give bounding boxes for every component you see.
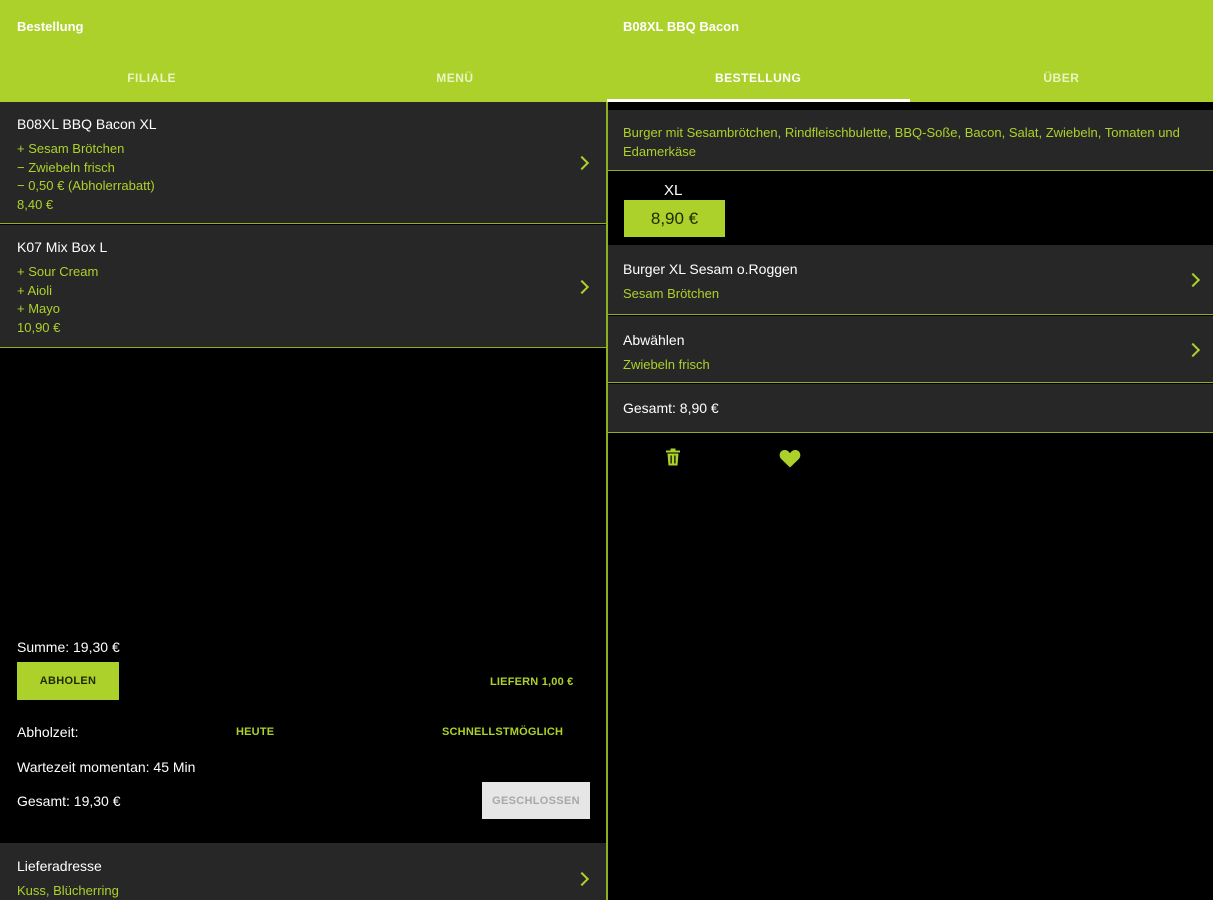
abholen-button[interactable]: ABHOLEN xyxy=(17,662,119,700)
closed-button[interactable]: GESCHLOSSEN xyxy=(482,782,590,819)
cart-item-name: B08XL BBQ Bacon XL xyxy=(17,116,157,132)
tab-filiale[interactable]: FILIALE xyxy=(0,56,303,100)
cart-item-option: + Sour Cream xyxy=(17,264,99,279)
liefern-button[interactable]: LIEFERN 1,00 € xyxy=(490,676,574,688)
cart-item-option: + Aioli xyxy=(17,282,53,298)
chevron-right-icon xyxy=(574,279,590,295)
cart-item-price: 8,40 € xyxy=(17,196,54,212)
wait-time-label: Wartezeit momentan: 45 Min xyxy=(17,759,196,775)
option-row-abwaehlen[interactable]: Abwählen Zwiebeln frisch xyxy=(608,316,1213,383)
product-total-row: Gesamt: 8,90 € xyxy=(608,384,1213,433)
tab-bar: FILIALE MENÜ BESTELLUNG ÜBER xyxy=(0,56,1213,102)
trash-icon[interactable] xyxy=(665,448,681,471)
chevron-right-icon xyxy=(1185,272,1201,288)
tab-menu[interactable]: MENÜ xyxy=(303,56,606,100)
chevron-right-icon xyxy=(574,155,590,171)
asap-button[interactable]: SCHNELLSTMÖGLICH xyxy=(442,726,563,738)
cart-panel: B08XL BBQ Bacon XL + Sesam Brötchen − Zw… xyxy=(0,102,606,900)
tab-bestellung[interactable]: BESTELLUNG xyxy=(606,56,911,102)
app-bar: Bestellung B08XL BBQ Bacon FILIALE MENÜ … xyxy=(0,0,1213,102)
product-panel: Burger mit Sesambrötchen, Rindfleischbul… xyxy=(608,102,1213,900)
cart-item-price: 10,90 € xyxy=(17,319,61,335)
cart-item[interactable]: B08XL BBQ Bacon XL + Sesam Brötchen − Zw… xyxy=(0,102,606,224)
cart-item-options: + Sour Cream + Aioli + Mayo 10,90 € xyxy=(17,263,98,337)
product-description-box: Burger mit Sesambrötchen, Rindfleischbul… xyxy=(608,110,1213,171)
product-title: B08XL BBQ Bacon xyxy=(623,19,740,34)
option-row-burger[interactable]: Burger XL Sesam o.Roggen Sesam Brötchen xyxy=(608,245,1213,315)
cart-item[interactable]: K07 Mix Box L + Sour Cream + Aioli + May… xyxy=(0,225,606,348)
cart-item-options: + Sesam Brötchen − Zwiebeln frisch − 0,5… xyxy=(17,140,155,214)
chevron-right-icon xyxy=(1185,342,1201,358)
delivery-address-row[interactable]: Lieferadresse Kuss, Blücherring xyxy=(0,843,606,900)
cart-item-name: K07 Mix Box L xyxy=(17,239,108,255)
tab-ueber[interactable]: ÜBER xyxy=(910,56,1213,100)
cart-item-option: − 0,50 € (Abholerrabatt) xyxy=(17,178,155,193)
delivery-address-value: Kuss, Blücherring xyxy=(17,883,119,898)
total-label: Gesamt: 19,30 € xyxy=(17,793,121,809)
product-description: Burger mit Sesambrötchen, Rindfleischbul… xyxy=(623,125,1180,159)
heart-icon[interactable] xyxy=(779,449,801,473)
product-total: Gesamt: 8,90 € xyxy=(623,400,719,416)
today-button[interactable]: HEUTE xyxy=(236,726,274,738)
option-title: Abwählen xyxy=(623,332,685,348)
cart-item-option: + Mayo xyxy=(17,301,60,316)
option-value: Zwiebeln frisch xyxy=(623,357,710,372)
page-title: Bestellung xyxy=(17,19,84,34)
option-value: Sesam Brötchen xyxy=(623,286,720,301)
pickup-time-label: Abholzeit: xyxy=(17,724,79,740)
cart-item-option: − Zwiebeln frisch xyxy=(17,159,115,175)
option-title: Burger XL Sesam o.Roggen xyxy=(623,261,798,277)
cart-item-option: + Sesam Brötchen xyxy=(17,141,125,156)
chevron-right-icon xyxy=(574,871,590,887)
sum-label: Summe: 19,30 € xyxy=(17,639,120,655)
delivery-address-label: Lieferadresse xyxy=(17,858,102,874)
size-label: XL xyxy=(664,182,683,199)
size-price-button[interactable]: 8,90 € xyxy=(624,200,725,237)
